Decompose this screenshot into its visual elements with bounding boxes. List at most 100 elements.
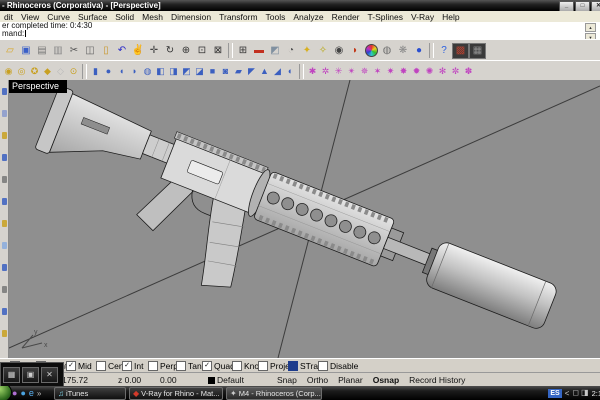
floating-panel[interactable]: ▦▣✕: [0, 362, 64, 388]
materials-icon[interactable]: ✦: [299, 43, 315, 59]
render-sphere-icon[interactable]: ◍: [379, 43, 395, 59]
title-bar[interactable]: - Rhinoceros (Corporativa) - [Perspectiv…: [0, 0, 600, 11]
zoom-window-icon[interactable]: ⊡: [194, 43, 210, 59]
menu-item-tools[interactable]: Tools: [262, 12, 290, 22]
save-icon[interactable]: ▣: [18, 43, 34, 59]
zoom-extents-icon[interactable]: ⊠: [210, 43, 226, 59]
command-prompt-line[interactable]: mand:: [0, 30, 600, 38]
solid-cone-icon[interactable]: ◗: [128, 63, 141, 79]
osnap-checkbox[interactable]: [288, 361, 298, 371]
menu-item-surface[interactable]: Surface: [74, 12, 111, 22]
solid-sphere-icon[interactable]: ●: [102, 63, 115, 79]
quicklaunch-network-globe-icon[interactable]: ●: [20, 389, 25, 398]
viewport-layout-icon[interactable]: ⊞: [235, 43, 251, 59]
gold-tool-2-icon[interactable]: ◎: [15, 63, 28, 79]
tsplines-tool-8-icon[interactable]: ✸: [397, 63, 410, 79]
start-button[interactable]: [0, 386, 12, 400]
status-pane-record-history[interactable]: Record History: [409, 375, 465, 385]
vray-material-editor-icon[interactable]: ▩: [452, 43, 469, 59]
osnap-checkbox[interactable]: ✓: [122, 361, 132, 371]
menu-item-tsplines[interactable]: T-Splines: [364, 12, 407, 22]
undo-icon[interactable]: ↶: [114, 43, 130, 59]
gold-tool-1-icon[interactable]: ◉: [2, 63, 15, 79]
tray-chevron[interactable]: <: [565, 389, 570, 398]
menu-item-view[interactable]: View: [17, 12, 43, 22]
osnap-toggle-tan[interactable]: Tan: [176, 361, 202, 371]
move-icon[interactable]: ✛: [146, 43, 162, 59]
osnap-toggle-perp[interactable]: Perp: [148, 361, 178, 371]
taskbar-task-button[interactable]: ♫iTunes: [54, 387, 126, 400]
osnap-checkbox[interactable]: [318, 361, 328, 371]
osnap-toggle-int[interactable]: ✓Int: [122, 361, 143, 371]
menu-item-vray[interactable]: V-Ray: [407, 12, 438, 22]
osnap-toggle-quad[interactable]: ✓Quad: [202, 361, 235, 371]
solid-intersect-icon[interactable]: ▰: [232, 63, 245, 79]
solid-box-icon[interactable]: ▮: [89, 63, 102, 79]
osnap-toggle-cen[interactable]: Cen: [96, 361, 124, 371]
gold-tool-5-icon[interactable]: ◇: [54, 63, 67, 79]
pan-icon[interactable]: ✌: [130, 43, 146, 59]
tsplines-tool-11-icon[interactable]: ✻: [436, 63, 449, 79]
lock-icon[interactable]: ◉: [331, 43, 347, 59]
taskbar-task-button[interactable]: ◆V-Ray for Rhino - Mat...: [129, 387, 223, 400]
solid-cap-icon[interactable]: ◪: [193, 63, 206, 79]
tsplines-tool-12-icon[interactable]: ✼: [449, 63, 462, 79]
open-file-icon[interactable]: ▱: [2, 43, 18, 59]
solid-pyramid-icon[interactable]: ▲: [258, 63, 271, 79]
color-wheel-icon[interactable]: [363, 43, 379, 59]
perspective-viewport[interactable]: Perspective x y: [8, 80, 600, 358]
osnap-checkbox[interactable]: [176, 361, 186, 371]
menu-item-dimension[interactable]: Dimension: [167, 12, 215, 22]
solid-wedge-icon[interactable]: ◤: [245, 63, 258, 79]
osnap-checkbox[interactable]: ✓: [202, 361, 212, 371]
status-pane-osnap[interactable]: Osnap: [373, 375, 399, 385]
status-pane-planar[interactable]: Planar: [338, 375, 363, 385]
osnap-toggle-mid[interactable]: ✓Mid: [66, 361, 92, 371]
tsplines-tool-10-icon[interactable]: ✺: [423, 63, 436, 79]
viewport-label[interactable]: Perspective: [8, 80, 67, 93]
print-icon[interactable]: ▤: [34, 43, 50, 59]
osnap-checkbox[interactable]: [96, 361, 106, 371]
new-window-icon[interactable]: ▥: [50, 43, 66, 59]
tsplines-tool-13-icon[interactable]: ✽: [462, 63, 475, 79]
zoom-icon[interactable]: ⊕: [178, 43, 194, 59]
menu-item-render[interactable]: Render: [328, 12, 364, 22]
layer-pane[interactable]: Default: [208, 375, 244, 385]
floating-window-button[interactable]: ▣: [22, 367, 39, 383]
taskbar-task-button[interactable]: ✦M4 - Rhinoceros (Corp...: [226, 387, 322, 400]
menu-item-mesh[interactable]: Mesh: [138, 12, 167, 22]
quicklaunch-media-player-icon[interactable]: ●: [12, 389, 17, 398]
menu-item-curve[interactable]: Curve: [43, 12, 74, 22]
help-icon[interactable]: ?: [436, 43, 452, 59]
status-pane-ortho[interactable]: Ortho: [307, 375, 328, 385]
solid-union-icon[interactable]: ■: [206, 63, 219, 79]
vray-shell-icon[interactable]: ◗: [347, 43, 363, 59]
history-icon[interactable]: ◔: [283, 43, 299, 59]
menu-item-solid[interactable]: Solid: [111, 12, 138, 22]
tsplines-tool-6-icon[interactable]: ✶: [371, 63, 384, 79]
tsplines-tool-5-icon[interactable]: ✵: [358, 63, 371, 79]
osnap-checkbox[interactable]: ✓: [66, 361, 76, 371]
menu-item-transform[interactable]: Transform: [215, 12, 261, 22]
status-pane-snap[interactable]: Snap: [277, 375, 297, 385]
menu-item-analyze[interactable]: Analyze: [289, 12, 327, 22]
gold-tool-4-icon[interactable]: ◆: [41, 63, 54, 79]
menu-item-help[interactable]: Help: [438, 12, 463, 22]
solid-pipe-icon[interactable]: ◧: [154, 63, 167, 79]
copy-icon[interactable]: ◫: [82, 43, 98, 59]
render-icon[interactable]: ▬: [251, 43, 267, 59]
display-icon[interactable]: ◻: [572, 389, 579, 397]
viewport-canvas[interactable]: x y: [8, 80, 600, 358]
shaded-view-icon[interactable]: ◩: [267, 43, 283, 59]
gear-icon[interactable]: ❋: [395, 43, 411, 59]
floating-grid-button[interactable]: ▦: [3, 367, 20, 383]
tsplines-tool-2-icon[interactable]: ✲: [319, 63, 332, 79]
quicklaunch-internet-explorer-icon[interactable]: e: [29, 389, 34, 398]
gold-tool-3-icon[interactable]: ✪: [28, 63, 41, 79]
lights-icon[interactable]: ✧: [315, 43, 331, 59]
command-area[interactable]: er completed time: 0:4:30 mand: ▲ ▼: [0, 22, 600, 40]
clock[interactable]: 2:1: [592, 389, 600, 398]
tsplines-tool-3-icon[interactable]: ✳: [332, 63, 345, 79]
gold-tool-6-icon[interactable]: ⊙: [67, 63, 80, 79]
tsplines-tool-1-icon[interactable]: ✱: [306, 63, 319, 79]
